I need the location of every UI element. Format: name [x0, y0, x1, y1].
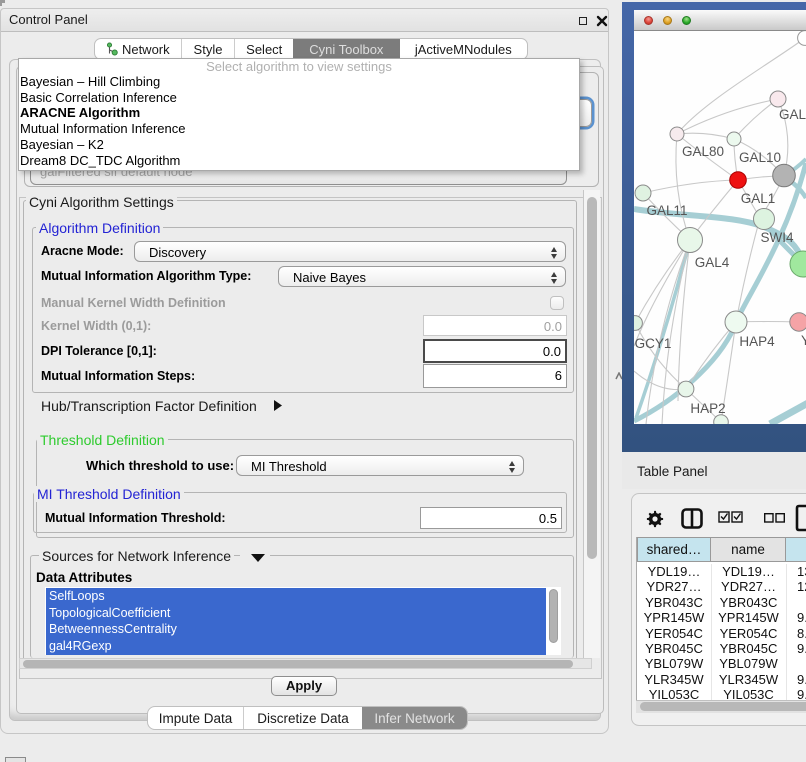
svg-text:HAP2: HAP2: [690, 401, 725, 416]
svg-text:SWI4: SWI4: [760, 230, 793, 245]
svg-text:GCY1: GCY1: [635, 336, 672, 351]
svg-text:GAL2: GAL2: [779, 107, 806, 122]
svg-text:GAL11: GAL11: [646, 203, 687, 218]
svg-text:HAP4: HAP4: [739, 334, 775, 349]
svg-text:GAL10: GAL10: [739, 150, 781, 165]
svg-text:GAL1: GAL1: [741, 191, 776, 206]
svg-text:GAL4: GAL4: [695, 255, 730, 270]
svg-text:Y: Y: [801, 333, 806, 348]
svg-text:GAL80: GAL80: [682, 144, 724, 159]
